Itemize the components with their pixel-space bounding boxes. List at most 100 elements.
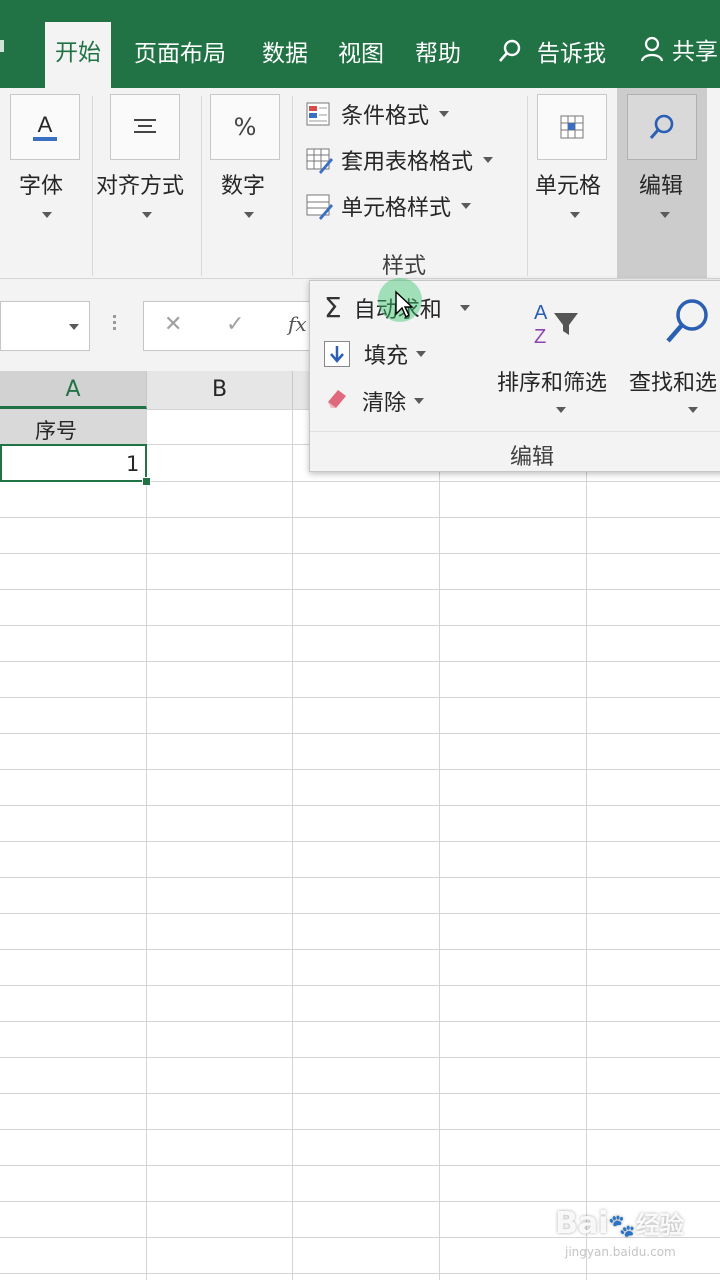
cell-styles-icon <box>305 192 333 220</box>
align-center-icon <box>134 119 156 133</box>
name-box-caret-icon[interactable] <box>69 324 79 330</box>
alignment-button[interactable] <box>110 94 180 160</box>
svg-text:Z: Z <box>534 326 546 348</box>
row-line <box>0 1129 720 1130</box>
editing-button[interactable] <box>627 94 697 160</box>
row-line <box>0 625 720 626</box>
person-icon <box>640 36 664 62</box>
cells-caret-icon[interactable] <box>570 212 580 218</box>
cell-styles-label: 单元格样式 <box>341 196 452 221</box>
tab-page-layout[interactable]: 页面布局 <box>134 34 226 68</box>
dropdown-divider <box>310 431 720 432</box>
conditional-formatting-button[interactable]: 条件格式 <box>305 98 450 130</box>
fill-label: 填充 <box>364 344 409 369</box>
share-label: 共享 <box>672 39 718 65</box>
fill-handle[interactable] <box>142 477 151 486</box>
worksheet-grid: A B 序号 1 <box>0 371 720 1280</box>
ribbon: A 字体 对齐方式 % 数字 条件格式 套用表格格式 单元格样式 样式 单元格 … <box>0 88 720 279</box>
row-line <box>0 733 720 734</box>
cells-label: 单元格 <box>535 174 602 199</box>
sort-filter-label[interactable]: 排序和筛选 <box>497 365 607 397</box>
number-button[interactable]: % <box>210 94 280 160</box>
column-line <box>146 409 147 1280</box>
ribbon-tab-bar: 开始 页面布局 数据 视图 帮助 告诉我 共享 <box>0 0 720 88</box>
editing-caret-icon[interactable] <box>660 212 670 218</box>
find-select-caret-icon[interactable] <box>688 407 698 413</box>
group-separator <box>201 96 202 276</box>
svg-text:A: A <box>534 302 548 324</box>
row-line <box>0 1057 720 1058</box>
autosum-caret-icon <box>459 304 470 311</box>
group-separator <box>527 96 528 276</box>
name-box[interactable] <box>0 301 90 351</box>
cancel-icon[interactable]: ✕ <box>164 312 182 337</box>
row-line <box>0 1201 720 1202</box>
active-cell[interactable] <box>0 444 147 482</box>
row-line <box>0 949 720 950</box>
row-line <box>0 1093 720 1094</box>
row-line <box>0 1273 720 1274</box>
fill-caret-icon <box>416 351 427 357</box>
find-select-label[interactable]: 查找和选 <box>629 365 717 397</box>
conditional-formatting-icon <box>305 100 333 128</box>
magnifier-icon <box>649 114 674 139</box>
row-line <box>0 589 720 590</box>
clear-label: 清除 <box>362 391 407 416</box>
sort-filter-caret-icon[interactable] <box>556 407 566 413</box>
format-as-table-icon <box>305 146 333 174</box>
formula-splitter[interactable] <box>113 315 116 335</box>
font-caret-icon[interactable] <box>42 212 52 218</box>
tab-help[interactable]: 帮助 <box>415 34 461 68</box>
tab-data[interactable]: 数据 <box>262 34 308 68</box>
search-icon <box>499 39 521 62</box>
watermark-url: jingyan.baidu.com <box>565 1245 676 1259</box>
number-caret-icon[interactable] <box>244 212 254 218</box>
cell-a1-text: 序号 <box>35 419 77 443</box>
format-as-table-label: 套用表格格式 <box>341 150 474 175</box>
editing-button-active[interactable]: 编辑 <box>617 88 707 278</box>
editing-group-label: 编辑 <box>510 445 555 470</box>
row-line <box>0 1021 720 1022</box>
column-line <box>439 409 440 1280</box>
format-as-table-button[interactable]: 套用表格格式 <box>305 144 494 176</box>
font-label: 字体 <box>19 174 64 199</box>
conditional-formatting-caret-icon <box>439 111 450 117</box>
fill-down-icon <box>324 341 350 367</box>
column-header-a[interactable]: A <box>0 371 147 409</box>
cell-styles-button[interactable]: 单元格样式 <box>305 190 472 222</box>
alignment-label: 对齐方式 <box>96 174 185 199</box>
tab-view[interactable]: 视图 <box>338 34 384 68</box>
tell-me-box[interactable]: 告诉我 <box>497 34 606 68</box>
format-as-table-caret-icon <box>483 157 494 163</box>
cells-icon <box>560 115 584 139</box>
group-separator <box>92 96 93 276</box>
cells-button[interactable] <box>537 94 607 160</box>
insert-function-icon[interactable]: fx <box>288 312 307 336</box>
column-header-b[interactable]: B <box>147 371 293 409</box>
percent-icon: % <box>233 113 257 141</box>
mouse-cursor-icon <box>395 290 414 319</box>
row-line <box>0 985 720 986</box>
font-color-icon: A <box>33 112 57 141</box>
find-select-icon <box>660 295 716 351</box>
tell-me-label: 告诉我 <box>537 41 606 67</box>
font-button[interactable]: A <box>10 94 80 160</box>
sort-filter-icon: AZ <box>528 297 588 353</box>
editing-label: 编辑 <box>639 174 684 199</box>
row-line <box>0 553 720 554</box>
enter-check-icon[interactable]: ✓ <box>226 312 244 337</box>
row-line <box>0 769 720 770</box>
row-line <box>0 877 720 878</box>
cell-styles-caret-icon <box>461 203 472 209</box>
conditional-formatting-label: 条件格式 <box>341 104 430 129</box>
alignment-caret-icon[interactable] <box>142 212 152 218</box>
row-line <box>0 697 720 698</box>
share-button[interactable]: 共享 <box>640 32 718 66</box>
styles-group-label: 样式 <box>382 254 427 279</box>
tab-home[interactable]: 开始 <box>45 22 111 88</box>
row-line <box>0 1165 720 1166</box>
column-line <box>292 409 293 1280</box>
editing-dropdown: Σ 自动求和 填充 清除 AZ 排序和筛选 查找和选 编辑 <box>309 280 720 472</box>
clear-button[interactable]: 清除 <box>324 385 425 417</box>
fill-button[interactable]: 填充 <box>324 338 427 370</box>
